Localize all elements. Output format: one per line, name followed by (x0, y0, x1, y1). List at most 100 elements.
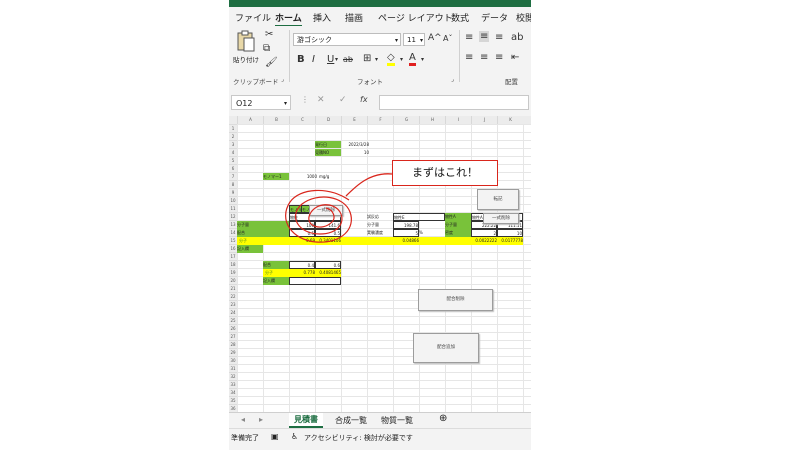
indent-icon[interactable]: ⇤ (511, 52, 519, 63)
row-header[interactable]: 11 (229, 204, 237, 212)
chevron-down-icon[interactable]: ▾ (375, 56, 378, 63)
row-header[interactable]: 15 (229, 236, 237, 244)
column-header[interactable]: K (497, 116, 523, 124)
column-header[interactable]: F (367, 116, 393, 124)
ratio4-cell[interactable]: 2 (471, 229, 497, 237)
tab-formulas[interactable]: 数式 (451, 11, 469, 24)
clipboard-launcher-icon[interactable]: ⌟ (281, 76, 284, 83)
row-header[interactable]: 2 (229, 132, 237, 140)
mw1-cell[interactable]: 100 (289, 221, 315, 229)
accessibility-icon[interactable]: ♿ (291, 432, 298, 441)
date-value[interactable]: 2022/3/28 (343, 141, 369, 148)
sheet-tab-estimate[interactable]: 見積書 (289, 413, 323, 428)
column-header[interactable]: C (289, 116, 315, 124)
row-header[interactable]: 27 (229, 332, 237, 340)
row-header[interactable]: 20 (229, 276, 237, 284)
ratio5-cell[interactable]: 10 (497, 229, 523, 237)
row-header[interactable]: 5 (229, 156, 237, 164)
align-right-icon[interactable]: ≡ (495, 52, 503, 63)
row-header[interactable]: 24 (229, 308, 237, 316)
fill2-cell[interactable] (289, 277, 341, 285)
row-header[interactable]: 19 (229, 268, 237, 276)
tab-home[interactable]: ホーム (275, 11, 302, 27)
scroll-right-icon[interactable]: ▸ (259, 415, 263, 424)
mw2-cell[interactable]: 141.6 (315, 221, 341, 229)
row-header[interactable]: 34 (229, 388, 237, 396)
row-header[interactable]: 26 (229, 324, 237, 332)
row-header[interactable]: 12 (229, 212, 237, 220)
row-header[interactable]: 21 (229, 284, 237, 292)
cut-icon[interactable]: ✂ (265, 29, 273, 40)
chevron-down-icon[interactable]: ▾ (421, 56, 424, 63)
bold-button[interactable]: B (297, 54, 305, 65)
font-launcher-icon[interactable]: ⌟ (451, 76, 454, 83)
row-header[interactable]: 28 (229, 340, 237, 348)
fill-color-icon[interactable]: ◇ (387, 52, 395, 66)
column-header[interactable]: I (445, 116, 471, 124)
formula-input[interactable] (379, 95, 529, 110)
row-header[interactable]: 29 (229, 348, 237, 356)
add-ratio-button[interactable]: 配合追加 (413, 333, 479, 363)
ratio1-cell[interactable]: 0.5 (289, 229, 315, 237)
chevron-down-icon[interactable]: ▾ (400, 56, 403, 63)
tab-draw[interactable]: 描画 (345, 11, 363, 24)
row-header[interactable]: 35 (229, 396, 237, 404)
tab-review[interactable]: 校閲 (516, 11, 531, 24)
strikethrough-button[interactable]: ab (343, 55, 353, 64)
align-top-icon[interactable]: ≡ (465, 32, 473, 43)
clear-right-button[interactable]: 一式削除 (483, 213, 519, 224)
row-header[interactable]: 14 (229, 228, 237, 236)
insert-function-button[interactable]: fx (360, 95, 368, 104)
row-header[interactable]: 1 (229, 124, 237, 132)
sheet-tab-substances[interactable]: 物質一覧 (381, 415, 413, 426)
italic-button[interactable]: I (312, 54, 315, 65)
row-header[interactable]: 7 (229, 172, 237, 180)
cancel-button[interactable]: ✕ (317, 95, 325, 105)
target-value[interactable]: 1000 (303, 173, 317, 180)
align-left-icon[interactable]: ≡ (465, 52, 473, 63)
row-header[interactable]: 31 (229, 364, 237, 372)
row-header[interactable]: 16 (229, 244, 237, 252)
orientation-icon[interactable]: ab (511, 32, 523, 43)
row-header[interactable]: 3 (229, 140, 237, 148)
tab-page-layout[interactable]: ページ レイアウト (378, 11, 453, 24)
enter-button[interactable]: ✓ (339, 95, 347, 105)
font-color-button[interactable]: A (409, 52, 416, 66)
delete-ratio-button[interactable]: 配合削除 (418, 289, 493, 311)
column-header[interactable]: E (341, 116, 367, 124)
ratio2-2-cell[interactable]: 0.6 (315, 261, 341, 269)
tab-data[interactable]: データ (481, 11, 508, 24)
font-size-select[interactable]: 11 ▾ (403, 33, 425, 46)
row-header[interactable]: 18 (229, 260, 237, 268)
shrink-font-button[interactable]: Aˇ (443, 34, 452, 43)
chevron-down-icon[interactable]: ▾ (335, 56, 338, 63)
align-center-icon[interactable]: ≡ (480, 52, 488, 63)
format-painter-icon[interactable]: 🖌 (265, 57, 278, 68)
align-middle-icon[interactable]: ≡ (479, 31, 490, 42)
sheet-tab-synthesis[interactable]: 合成一覧 (335, 415, 367, 426)
border-icon[interactable]: ⊞ (363, 53, 371, 64)
font-name-select[interactable]: 游ゴシック ▾ (293, 33, 401, 46)
ratio3-cell[interactable]: 5 (393, 229, 419, 237)
macro-icon[interactable]: ▣ (271, 432, 279, 441)
column-header[interactable]: H (419, 116, 445, 124)
row-header[interactable]: 25 (229, 316, 237, 324)
row-header[interactable]: 17 (229, 252, 237, 260)
clear-all-button[interactable]: 一式削除 (309, 205, 343, 216)
row-header[interactable]: 13 (229, 220, 237, 228)
row-header[interactable]: 33 (229, 380, 237, 388)
row-header[interactable]: 9 (229, 188, 237, 196)
align-bottom-icon[interactable]: ≡ (495, 32, 503, 43)
row-header[interactable]: 30 (229, 356, 237, 364)
column-header[interactable]: G (393, 116, 419, 124)
paste-button[interactable]: 貼り付け (233, 30, 259, 70)
copy-icon[interactable]: ⧉ (263, 43, 270, 54)
column-header[interactable]: B (263, 116, 289, 124)
row-header[interactable]: 10 (229, 196, 237, 204)
row-header[interactable]: 23 (229, 300, 237, 308)
row-header[interactable]: 36 (229, 404, 237, 412)
underline-button[interactable]: U (327, 54, 334, 65)
tab-file[interactable]: ファイル (235, 11, 271, 24)
more-icon[interactable]: ⋮ (301, 95, 309, 104)
row-header[interactable]: 8 (229, 180, 237, 188)
